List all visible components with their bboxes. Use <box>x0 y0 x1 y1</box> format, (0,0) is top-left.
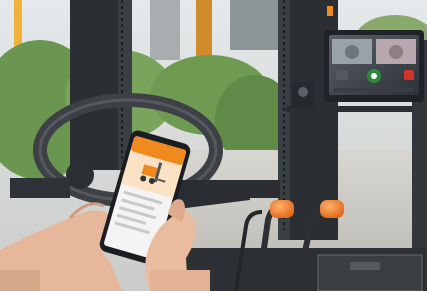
steering-knob <box>66 161 94 189</box>
view-left-icon <box>345 45 359 59</box>
steering-column <box>10 178 70 198</box>
scene-illustration <box>0 0 427 291</box>
right-wrist <box>150 270 210 291</box>
record-indicator-icon <box>371 73 377 79</box>
monitor-status-bar <box>334 88 414 92</box>
left-wrist <box>0 270 40 291</box>
stop-button <box>404 70 414 80</box>
photo-scene <box>0 0 427 291</box>
camera-lens-icon <box>298 87 308 97</box>
building-column-orange <box>196 0 212 60</box>
building-column <box>150 0 180 60</box>
building-wall <box>230 0 280 50</box>
console-panel <box>317 254 423 291</box>
view-right-icon <box>389 45 403 59</box>
lever-knob-1 <box>270 200 294 218</box>
console-slot <box>350 262 380 270</box>
mast-marker <box>327 6 333 16</box>
monitor-button-left <box>336 70 348 80</box>
lever-knob-2 <box>320 200 344 218</box>
